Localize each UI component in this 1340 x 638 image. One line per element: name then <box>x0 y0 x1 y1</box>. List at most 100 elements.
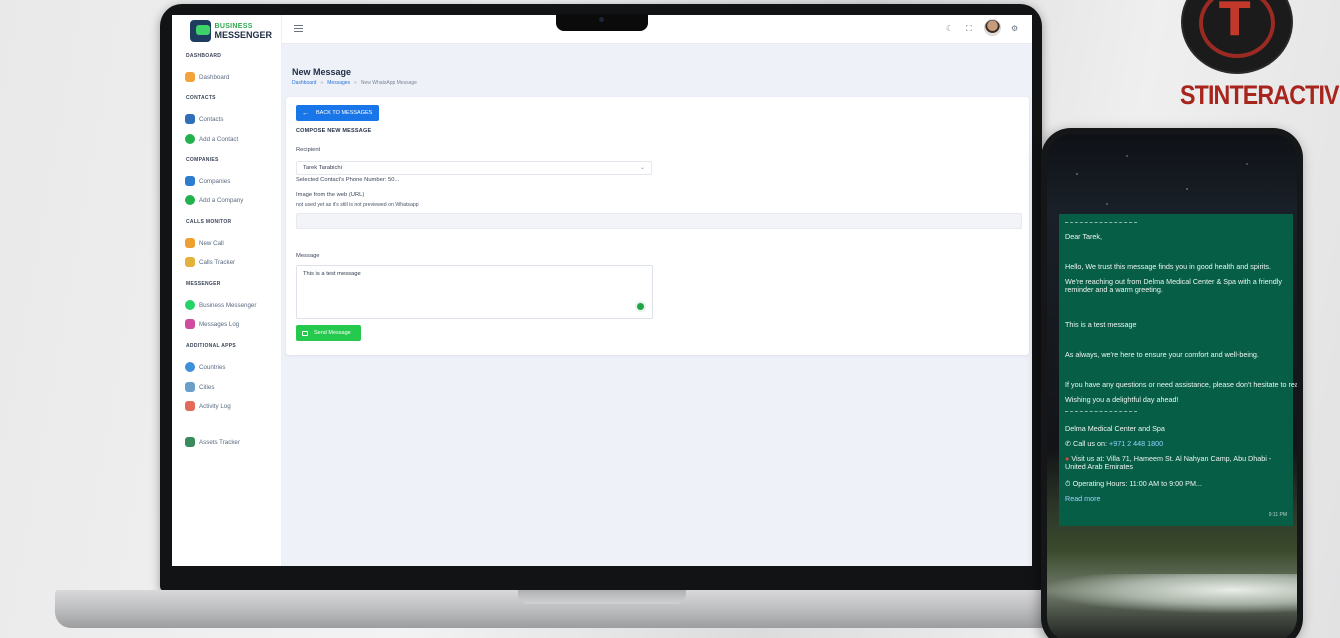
phone-number-hint: Selected Contact's Phone Number: 50... <box>296 177 400 183</box>
msg-paragraph-6: Wishing you a delightful day ahead! <box>1065 395 1179 404</box>
logo-line2: MESSENGER <box>214 30 272 40</box>
page-title: New Message <box>292 67 352 77</box>
brand-logo-mark: T <box>1181 0 1293 74</box>
msg-call-number[interactable]: +971 2 448 1800 <box>1109 439 1163 448</box>
sidebar-item-new-call[interactable]: New Call <box>185 237 224 249</box>
msg-paragraph-4: As always, we're here to ensure your com… <box>1065 350 1259 359</box>
breadcrumb-current: New WhatsApp Message <box>360 80 417 86</box>
recipient-select[interactable]: Tarek Tarabichi ⌄ <box>296 161 652 175</box>
back-button-label: BACK TO MESSAGES <box>316 110 373 116</box>
activity-log-icon <box>185 401 195 411</box>
sidebar-item-dashboard[interactable]: Dashboard <box>185 71 229 83</box>
msg-greeting: Dear Tarek, <box>1065 232 1103 241</box>
image-url-hint: not used yet as it's still is not previe… <box>296 202 419 208</box>
sidebar-item-label: Calls Tracker <box>199 258 236 266</box>
sidebar-item-activity-log[interactable]: Activity Log <box>185 400 231 412</box>
emoji-picker-icon[interactable] <box>635 301 646 312</box>
sidebar-item-cities[interactable]: Cities <box>185 381 214 393</box>
msg-paragraph-2: We're reaching out from Delma Medical Ce… <box>1065 277 1282 294</box>
new-call-icon <box>185 238 195 248</box>
sidebar-item-calls-tracker[interactable]: Calls Tracker <box>185 256 235 268</box>
messages-log-icon <box>185 319 195 329</box>
msg-company: Delma Medical Center and Spa <box>1065 424 1165 433</box>
nav-heading-contacts: CONTACTS <box>186 95 216 101</box>
assets-tracker-icon <box>185 437 195 447</box>
app-logo[interactable]: BUSINESS MESSENGER <box>190 19 272 43</box>
road-wallpaper <box>1047 574 1297 614</box>
arrow-left-icon: ← <box>302 109 309 117</box>
sidebar-item-label: Activity Log <box>199 402 231 410</box>
dashboard-icon <box>185 72 195 82</box>
breadcrumb-messages[interactable]: Messages <box>327 80 350 86</box>
breadcrumb-dashboard[interactable]: Dashboard <box>292 80 316 86</box>
logo-icon <box>190 20 212 42</box>
contacts-icon <box>185 114 195 124</box>
msg-paragraph-3: This is a test message <box>1065 320 1137 329</box>
sidebar-item-add-a-company[interactable]: Add a Company <box>185 194 243 206</box>
fullscreen-icon[interactable]: ⛶ <box>966 25 972 33</box>
whatsapp-icon <box>185 300 195 310</box>
sidebar-item-messages-log[interactable]: Messages Log <box>185 318 239 330</box>
divider <box>1065 222 1137 223</box>
sidebar: BUSINESS MESSENGER DASHBOARD Dashboard CON… <box>172 15 282 566</box>
whatsapp-message-bubble: Dear Tarek, Hello, We trust this message… <box>1059 214 1297 526</box>
phone-icon: ✆ <box>1065 439 1074 448</box>
sidebar-item-label: Dashboard <box>199 73 230 81</box>
msg-hours: Operating Hours: 11:00 AM to 9:00 PM... <box>1072 479 1202 488</box>
brand-name: STINTERACTIVE <box>1180 80 1340 110</box>
msg-time: 9:11 PM <box>1268 512 1287 518</box>
logo-text: BUSINESS MESSENGER <box>214 23 272 40</box>
nav-heading-messenger: MESSENGER <box>186 281 221 287</box>
laptop-groove <box>518 590 686 604</box>
msg-paragraph-1: Hello, We trust this message finds you i… <box>1065 262 1272 271</box>
sidebar-item-label: Business Messenger <box>199 301 257 309</box>
sidebar-item-companies[interactable]: Companies <box>185 175 230 187</box>
msg-call-prefix: Call us on: <box>1073 439 1109 448</box>
send-message-button[interactable]: Send Message <box>296 325 361 341</box>
msg-visit-line: ● Visit us at: Villa 71, Hameem St. Al N… <box>1065 455 1287 471</box>
sidebar-item-label: Assets Tracker <box>199 438 240 446</box>
sidebar-item-label: Add a Company <box>199 196 244 204</box>
nav-heading-dashboard: DASHBOARD <box>186 53 222 59</box>
message-textarea[interactable]: This is a test message <box>296 265 653 319</box>
image-url-input[interactable] <box>296 213 1022 229</box>
dark-mode-icon[interactable]: ☾ <box>946 25 953 33</box>
compose-heading: COMPOSE NEW MESSAGE <box>296 128 372 134</box>
nav-heading-additional-apps: ADDITIONAL APPS <box>186 343 237 349</box>
msg-paragraph-5: If you have any questions or need assist… <box>1065 380 1297 389</box>
app-screen: BUSINESS MESSENGER DASHBOARD Dashboard CON… <box>172 15 1032 566</box>
laptop-base <box>55 590 1145 628</box>
clock-icon: ⏱ <box>1065 479 1073 488</box>
globe-icon <box>185 362 195 372</box>
phone-frame: Dear Tarek, Hello, We trust this message… <box>1041 128 1303 638</box>
chevron-down-icon: ⌄ <box>639 165 645 171</box>
sidebar-item-label: Add a Contact <box>199 135 239 143</box>
send-icon <box>302 330 308 336</box>
recipient-label: Recipient <box>296 147 321 153</box>
back-to-messages-button[interactable]: ← BACK TO MESSAGES <box>296 105 379 121</box>
sidebar-item-add-a-contact[interactable]: Add a Contact <box>185 133 238 145</box>
settings-gear-icon[interactable]: ⚙ <box>1011 25 1018 33</box>
sidebar-item-label: Countries <box>199 363 226 371</box>
cities-icon <box>185 382 195 392</box>
user-avatar[interactable] <box>984 19 1001 36</box>
sidebar-item-business-messenger[interactable]: Business Messenger <box>185 299 256 311</box>
send-button-label: Send Message <box>314 330 351 336</box>
breadcrumb: Dashboard» Messages» New WhatsApp Message <box>292 80 417 86</box>
sidebar-item-contacts[interactable]: Contacts <box>185 113 223 125</box>
msg-hours-line: ⏱ Operating Hours: 11:00 AM to 9:00 PM..… <box>1065 480 1202 488</box>
sidebar-item-label: New Call <box>199 239 224 247</box>
read-more-link[interactable]: Read more <box>1065 495 1101 503</box>
image-url-label: Image from the web (URL) <box>296 192 365 198</box>
companies-icon <box>185 176 195 186</box>
divider <box>1065 411 1137 412</box>
message-label: Message <box>296 253 320 259</box>
calls-tracker-icon <box>185 257 195 267</box>
nav-heading-companies: COMPANIES <box>186 157 219 163</box>
nav-heading-calls-monitor: CALLS MONITOR <box>186 219 232 225</box>
sidebar-item-assets-tracker[interactable]: Assets Tracker <box>185 436 240 448</box>
menu-toggle-icon[interactable] <box>294 25 303 32</box>
sidebar-item-countries[interactable]: Countries <box>185 361 225 373</box>
compose-card: ← BACK TO MESSAGES COMPOSE NEW MESSAGE R… <box>286 97 1029 355</box>
laptop-notch <box>556 14 648 31</box>
